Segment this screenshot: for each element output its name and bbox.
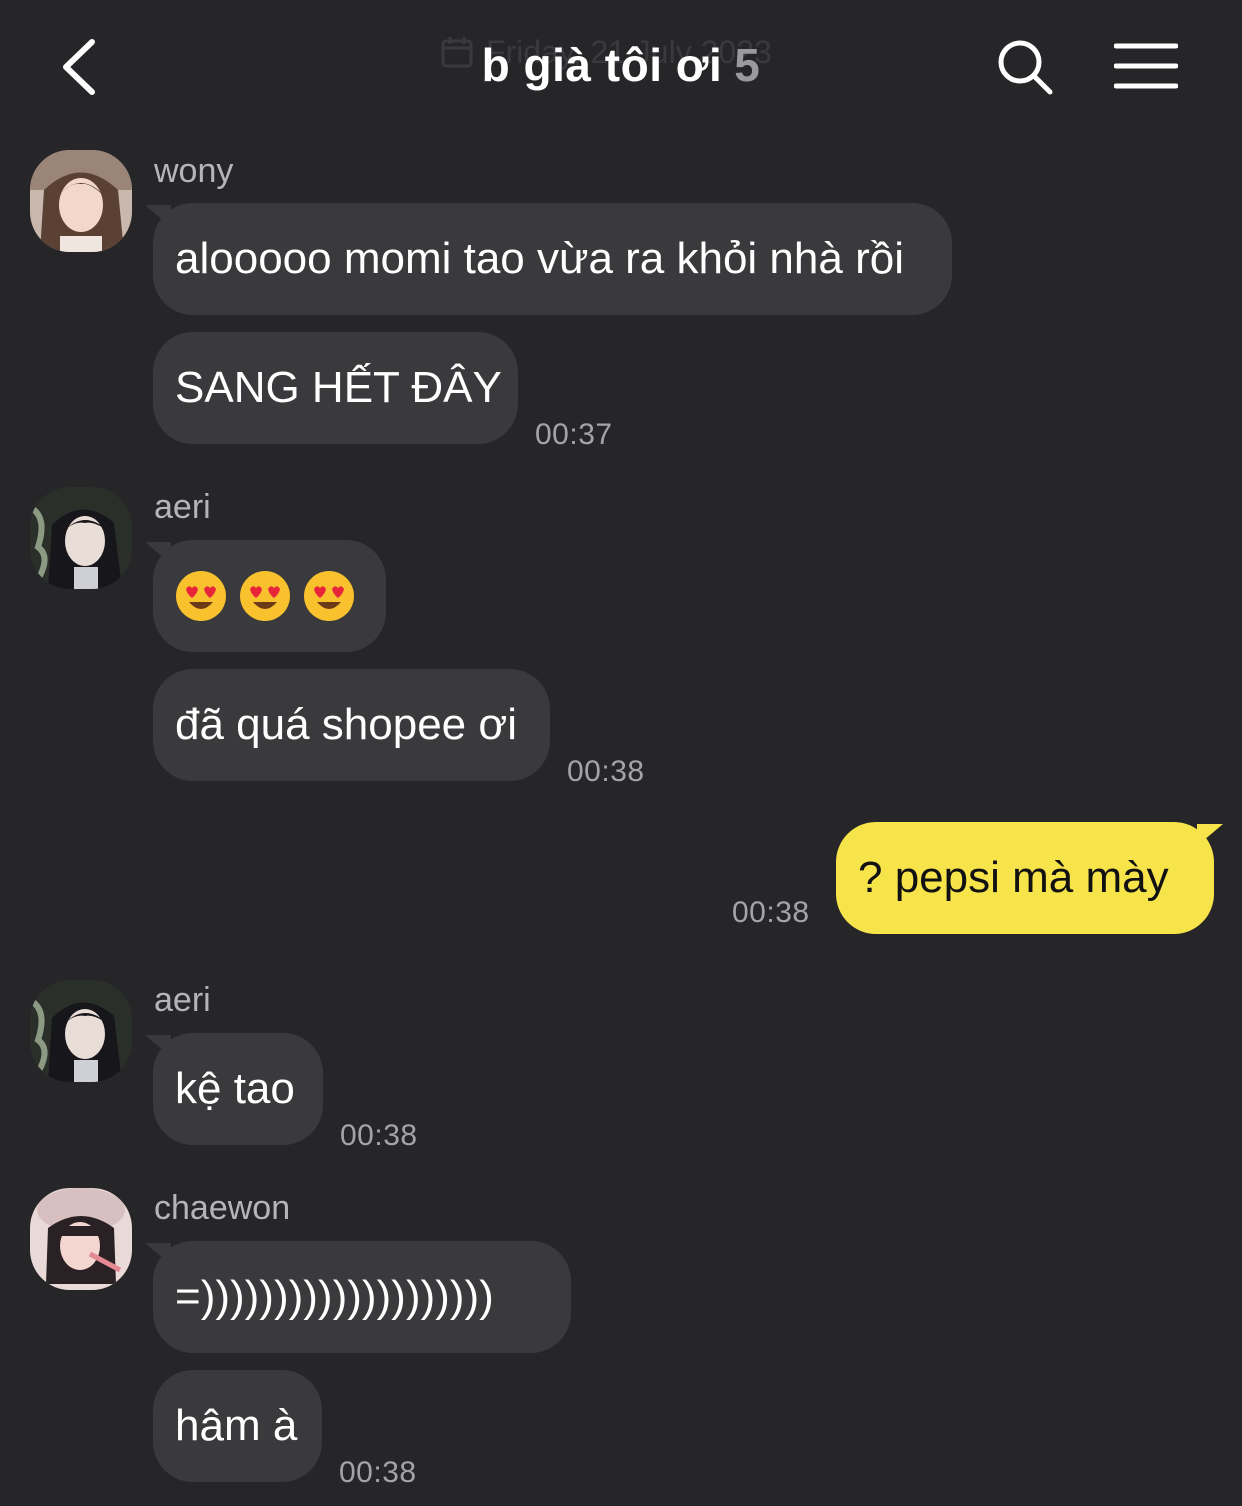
sender-name: aeri [154, 981, 211, 1019]
avatar-aeri[interactable] [30, 980, 132, 1082]
emoji-bubble[interactable] [153, 540, 386, 652]
message-time: 00:38 [340, 1119, 418, 1152]
message-bubble[interactable]: alooooo momi tao vừa ra khỏi nhà rồi [153, 203, 952, 315]
search-button[interactable] [996, 38, 1054, 96]
sender-name: wony [154, 152, 234, 190]
sent-message-bubble[interactable]: ? pepsi mà mày [836, 822, 1214, 934]
avatar-wony[interactable] [30, 150, 132, 252]
avatar-chaewon[interactable] [30, 1188, 132, 1290]
message-bubble[interactable]: kệ tao [153, 1033, 323, 1145]
message-time: 00:38 [567, 755, 645, 788]
avatar-aeri[interactable] [30, 487, 132, 589]
message-bubble[interactable]: SANG HẾT ĐÂY [153, 332, 518, 444]
member-count: 5 [734, 39, 761, 91]
heart-eyes-emoji [304, 571, 354, 621]
message-bubble[interactable]: đã quá shopee ơi [153, 669, 550, 781]
menu-icon [1113, 43, 1179, 89]
message-bubble[interactable]: =)))))))))))))))))))) [153, 1241, 571, 1353]
message-time: 00:38 [339, 1456, 417, 1489]
heart-eyes-emoji [240, 571, 290, 621]
sender-name: chaewon [154, 1189, 291, 1227]
message-bubble[interactable]: hâm à [153, 1370, 322, 1482]
chat-header: Friday, 21 July 2023 b già tôi ơi 5 [0, 0, 1242, 130]
message-time: 00:38 [732, 896, 810, 929]
heart-eyes-emoji [176, 571, 226, 621]
message-time: 00:37 [535, 418, 613, 451]
chat-title-text: b già tôi ơi [481, 39, 723, 91]
menu-button[interactable] [1113, 42, 1179, 90]
emoji-row [175, 570, 355, 622]
chat-title: b già tôi ơi 5 [0, 38, 1242, 92]
sender-name: aeri [154, 488, 211, 526]
search-icon [998, 40, 1053, 95]
